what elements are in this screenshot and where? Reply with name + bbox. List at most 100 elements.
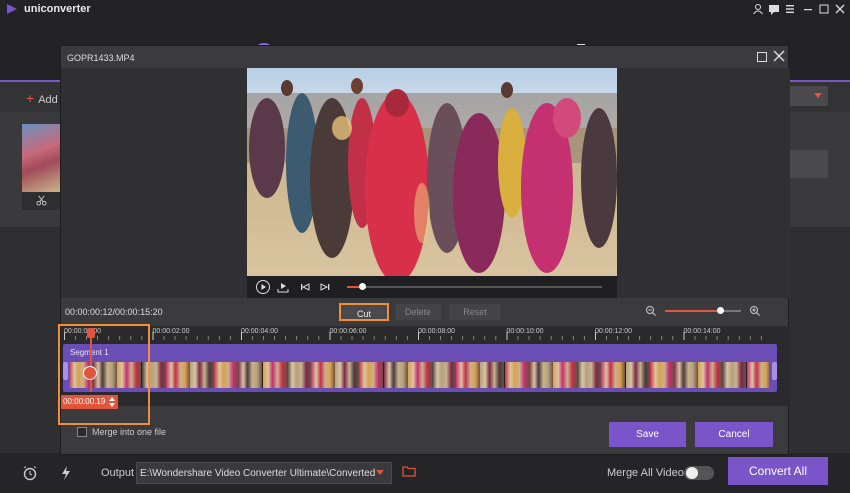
ruler-minor-tick (163, 336, 165, 340)
previous-frame-icon[interactable] (297, 279, 313, 295)
ruler-minor-tick (617, 336, 618, 340)
dialog-footer: Merge into one file Save Cancel (61, 414, 790, 456)
ruler-minor-tick (185, 336, 187, 340)
zoom-level-fill (665, 310, 720, 312)
filmstrip-frame (262, 362, 287, 388)
chevron-down-icon[interactable] (376, 470, 384, 475)
ruler-minor-tick (307, 336, 309, 340)
filmstrip-frame (407, 362, 432, 388)
account-icon[interactable] (752, 3, 764, 15)
ruler-minor-tick (252, 336, 253, 340)
filmstrip-frame (359, 362, 384, 388)
filmstrip-frame (286, 362, 311, 388)
filmstrip-frame (165, 362, 190, 388)
close-icon[interactable] (772, 49, 786, 63)
lightning-icon[interactable] (58, 465, 74, 481)
toggle-knob (686, 467, 698, 479)
ruler-minor-tick (705, 336, 707, 340)
output-label: Output (101, 467, 135, 479)
ruler-minor-tick (351, 336, 353, 340)
reset-button[interactable]: Reset (449, 304, 501, 320)
ruler-minor-tick (429, 336, 430, 340)
filmstrip-frame (480, 362, 505, 388)
filmstrip-frame (311, 362, 335, 388)
trim-dialog: GOPR1433.MP4 00:00:00:12/00:00:15:20 Cut… (60, 45, 790, 456)
save-button[interactable]: Save (609, 422, 686, 447)
timeline[interactable]: 00:00:00:00 00:00:02:00 00:00:04:00 00:00:0… (61, 326, 790, 409)
annotation-highlight (58, 324, 150, 425)
merge-checkbox[interactable] (77, 427, 87, 437)
zoom-knob[interactable] (716, 307, 724, 314)
filmstrip-frame (674, 362, 698, 388)
menu-icon[interactable] (784, 3, 796, 15)
filmstrip-frame (722, 362, 747, 388)
cut-button[interactable]: Cut (339, 303, 389, 321)
filmstrip-frame (238, 362, 263, 388)
ruler-minor-tick (384, 336, 386, 340)
filmstrip-frame (649, 362, 674, 388)
cancel-button[interactable]: Cancel (695, 422, 773, 447)
filmstrip-frame (601, 362, 626, 388)
scissors-icon[interactable] (36, 195, 47, 206)
ruler-tick-label: 00:00:02:00 (152, 328, 190, 335)
filmstrip-frame (432, 362, 456, 388)
ruler-minor-tick (373, 336, 375, 340)
convert-side-button[interactable] (790, 150, 828, 178)
delete-button[interactable]: Delete (395, 304, 441, 320)
title-bar: uniconverter (0, 0, 850, 20)
ruler-minor-tick (296, 336, 298, 340)
ruler-minor-tick (207, 336, 209, 340)
timecode: 00:00:00:12/00:00:15:20 (65, 307, 163, 317)
ruler-minor-tick (229, 336, 231, 340)
add-files-button[interactable]: + Add (26, 90, 58, 106)
zoom-in-icon[interactable] (749, 305, 761, 317)
thumbnail-toolbar (22, 192, 60, 210)
filmstrip-frame (698, 362, 723, 388)
maximize-icon[interactable] (818, 3, 830, 15)
playback-track[interactable] (347, 286, 602, 288)
filmstrip-frame (383, 362, 408, 388)
video-preview[interactable] (247, 68, 617, 276)
merge-all-label: Merge All Videos (607, 467, 690, 479)
folder-icon[interactable] (402, 465, 416, 477)
ruler-minor-tick (263, 336, 264, 340)
app-name: uniconverter (24, 3, 91, 15)
ruler-minor-tick (528, 336, 530, 340)
ruler-minor-tick (451, 336, 452, 340)
filmstrip-frame (214, 362, 239, 388)
ruler-tick-label: 00:00:14:00 (683, 328, 721, 335)
ruler-minor-tick (440, 336, 441, 340)
ruler-minor-tick (661, 336, 663, 340)
ruler-minor-tick (738, 336, 740, 340)
ruler-minor-tick (174, 336, 176, 340)
ruler-minor-tick (495, 336, 497, 340)
next-frame-icon[interactable] (317, 279, 333, 295)
ruler-minor-tick (406, 336, 408, 340)
ruler-minor-tick (539, 336, 541, 340)
filmstrip-frame (190, 362, 214, 388)
maximize-icon[interactable] (757, 52, 767, 62)
close-icon[interactable] (834, 3, 846, 15)
minimize-icon[interactable] (802, 3, 814, 15)
ruler-minor-tick (672, 336, 674, 340)
ruler-minor-tick (395, 336, 397, 340)
ruler-minor-tick (550, 336, 552, 340)
ruler-minor-tick (650, 336, 652, 340)
message-icon[interactable] (768, 3, 780, 15)
filmstrip-frame (335, 362, 360, 388)
filmstrip-frame (456, 362, 481, 388)
play-icon[interactable] (255, 279, 271, 295)
output-path-field[interactable]: E:\Wondershare Video Converter Ultimate\… (136, 462, 392, 484)
video-thumbnail[interactable] (22, 124, 60, 192)
chevron-down-icon (814, 93, 822, 98)
alarm-clock-icon[interactable] (22, 465, 38, 481)
export-frame-icon[interactable] (275, 279, 291, 295)
ruler-minor-tick (561, 336, 563, 340)
filmstrip-frame (553, 362, 577, 388)
zoom-out-icon[interactable] (645, 305, 657, 317)
filmstrip-frame (528, 362, 553, 388)
ruler-minor-tick (583, 336, 585, 340)
segment-end-handle[interactable] (772, 362, 777, 380)
convert-all-button[interactable]: Convert All (728, 457, 828, 485)
playback-knob[interactable] (359, 283, 367, 290)
